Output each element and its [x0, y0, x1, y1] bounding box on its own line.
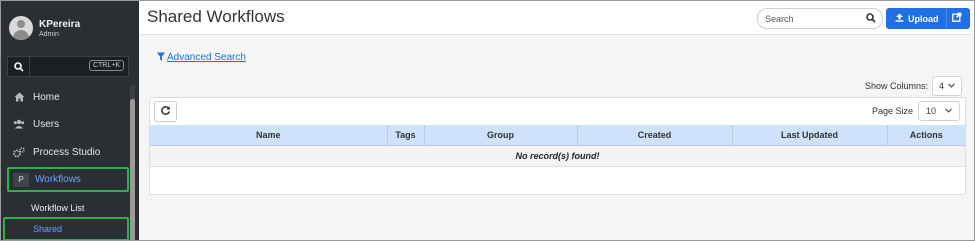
sidebar-item-home[interactable]: Home: [7, 86, 129, 108]
sidebar-search[interactable]: CTRL+K: [7, 56, 129, 77]
sidebar-subitem-label: Shared: [33, 224, 63, 234]
cogs-icon: [11, 145, 27, 159]
filter-icon: [157, 52, 165, 63]
user-role: Admin: [39, 30, 59, 38]
workflows-table: Name Tags Group Created Last Updated Act…: [150, 125, 965, 167]
advanced-search-label: Advanced Search: [167, 52, 246, 63]
user-name: KPereira: [39, 18, 81, 30]
results-panel: Page Size 10 Name Tags Group Created Las…: [149, 97, 966, 195]
search-input[interactable]: [765, 13, 865, 24]
sidebar-item-label: Workflows: [35, 174, 81, 185]
column-header-name[interactable]: Name: [150, 125, 388, 146]
show-columns-label: Show Columns:: [865, 81, 929, 91]
show-columns-value: 4: [939, 81, 945, 91]
avatar: [9, 16, 33, 40]
user-profile[interactable]: KPereira Admin: [9, 13, 80, 43]
upload-icon: [895, 13, 904, 24]
advanced-search-link[interactable]: Advanced Search: [157, 52, 246, 63]
show-columns-select[interactable]: 4: [932, 76, 963, 96]
sidebar-item-users[interactable]: Users: [7, 113, 129, 135]
sidebar-item-process-studio[interactable]: Process Studio: [7, 141, 129, 163]
column-header-group[interactable]: Group: [424, 125, 578, 146]
column-header-tags[interactable]: Tags: [387, 125, 425, 146]
sidebar-item-label: Home: [33, 91, 60, 103]
column-header-last-updated[interactable]: Last Updated: [732, 125, 888, 146]
search-icon: [8, 57, 30, 76]
column-header-actions: Actions: [887, 125, 965, 146]
page-size-select[interactable]: 10: [918, 101, 961, 121]
header-search[interactable]: [757, 8, 883, 29]
table-header-row: Name Tags Group Created Last Updated Act…: [150, 125, 965, 146]
sidebar-item-label: Users: [33, 118, 60, 130]
scrollbar-thumb[interactable]: [130, 99, 135, 240]
page-size-label: Page Size: [872, 106, 914, 116]
column-header-created[interactable]: Created: [577, 125, 733, 146]
main-content: Shared Workflows Upload: [139, 1, 974, 240]
page-size-value: 10: [926, 106, 937, 116]
sidebar-subitem-workflow-list[interactable]: Workflow List: [3, 196, 129, 219]
page-header: Shared Workflows Upload: [139, 1, 974, 35]
page-title: Shared Workflows: [147, 7, 285, 26]
empty-state-message: No record(s) found!: [150, 145, 965, 167]
refresh-icon: [160, 105, 171, 119]
search-icon[interactable]: [866, 13, 876, 26]
keyboard-shortcut-badge: CTRL+K: [88, 60, 124, 71]
external-link-icon[interactable]: [952, 12, 962, 25]
page-size-control: Page Size 10: [872, 101, 961, 121]
upload-button[interactable]: Upload: [886, 8, 970, 29]
chevron-down-icon: [948, 82, 955, 90]
home-icon: [11, 90, 27, 104]
sidebar-scrollbar[interactable]: [130, 85, 135, 240]
refresh-button[interactable]: [154, 101, 177, 122]
sidebar-subitem-label: Workflow List: [31, 202, 85, 213]
sidebar-item-label: Process Studio: [33, 146, 101, 158]
sidebar-subitem-shared[interactable]: Shared: [3, 217, 129, 240]
workflow-icon: P: [13, 172, 29, 187]
app-window: KPereira Admin CTRL+K Home Users Process…: [0, 0, 975, 241]
table-row: No record(s) found!: [150, 145, 965, 167]
upload-button-label: Upload: [908, 13, 939, 24]
users-icon: [11, 117, 27, 131]
sidebar-item-workflows[interactable]: P Workflows: [7, 167, 129, 192]
sidebar: KPereira Admin CTRL+K Home Users Process…: [1, 1, 139, 240]
chevron-down-icon: [945, 107, 952, 115]
show-columns-control: Show Columns: 4: [865, 76, 963, 96]
